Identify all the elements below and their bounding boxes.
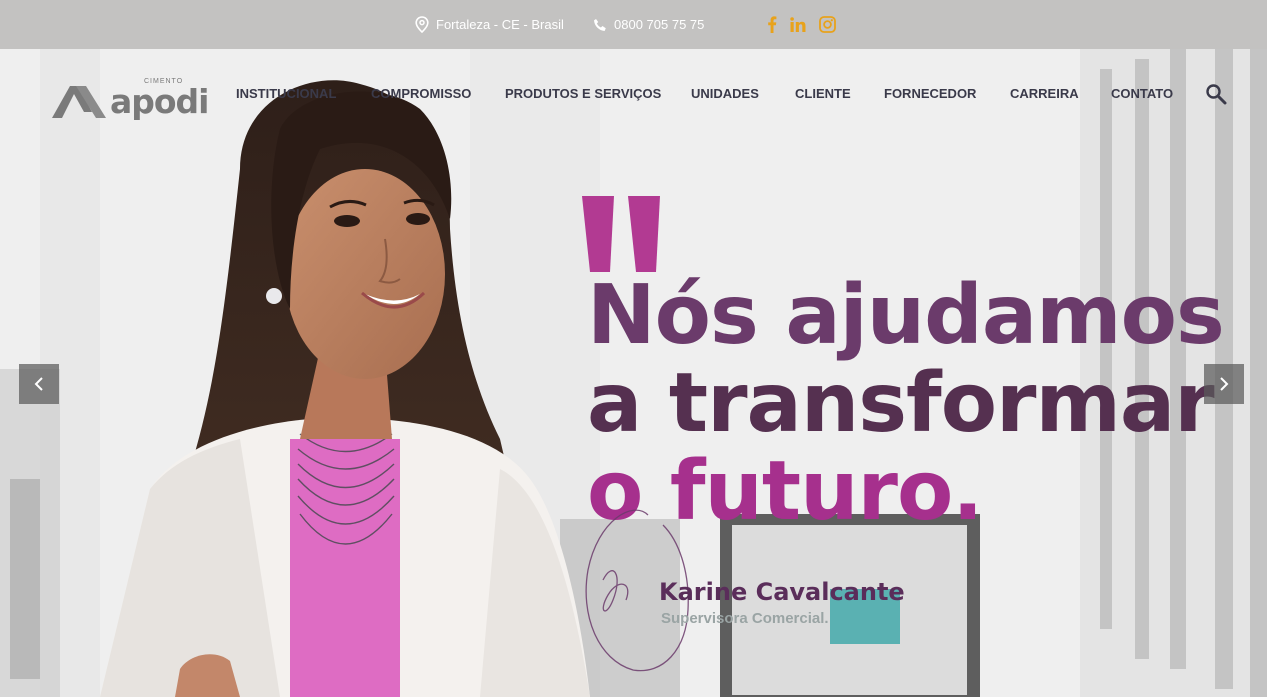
map-pin-icon [415,16,429,33]
person-role: Supervisora Comercial. [661,610,829,627]
location-info: Fortaleza - CE - Brasil [415,0,564,49]
nav-item-produtos-e-servicos[interactable]: PRODUTOS E SERVIÇOS [505,86,661,101]
top-info-bar: Fortaleza - CE - Brasil 0800 705 75 75 [0,0,1267,49]
person-name: Karine Cavalcante [659,578,905,606]
phone-icon [593,18,607,32]
hero-headline: Nós ajudamos a transformar o futuro. [587,272,1267,536]
linkedin-icon[interactable] [790,17,806,32]
headline-line-2: a transformar [587,356,1215,451]
nav-item-institucional[interactable]: INSTITUCIONAL [236,86,336,101]
facebook-icon[interactable] [767,16,777,33]
slider-next-button[interactable] [1204,364,1244,404]
nav-item-compromisso[interactable]: COMPROMISSO [371,86,471,101]
nav-item-cliente[interactable]: CLIENTE [795,86,851,101]
nav-item-fornecedor[interactable]: FORNECEDOR [884,86,976,101]
logo-mark-icon [52,86,106,118]
apodi-logo[interactable]: CIMENTO apodi [52,78,212,118]
nav-item-carreira[interactable]: CARREIRA [1010,86,1079,101]
logo-wordmark: apodi [110,82,209,121]
phone-text: 0800 705 75 75 [614,17,705,32]
search-icon[interactable] [1205,83,1227,105]
chevron-right-icon [1220,377,1229,391]
slider-prev-button[interactable] [19,364,59,404]
quote-mark-icon [582,196,660,272]
headline-line-1: Nós ajudamos [587,268,1225,363]
logo-small-text: CIMENTO [144,78,184,85]
nav-item-contato[interactable]: CONTATO [1111,86,1173,101]
location-text: Fortaleza - CE - Brasil [436,17,564,32]
site-header: CIMENTO apodi INSTITUCIONAL COMPROMISSO … [0,49,1267,144]
phone-info[interactable]: 0800 705 75 75 [593,0,704,49]
instagram-icon[interactable] [819,16,836,33]
nav-item-unidades[interactable]: UNIDADES [691,86,759,101]
social-links [767,0,836,49]
chevron-left-icon [34,377,43,391]
